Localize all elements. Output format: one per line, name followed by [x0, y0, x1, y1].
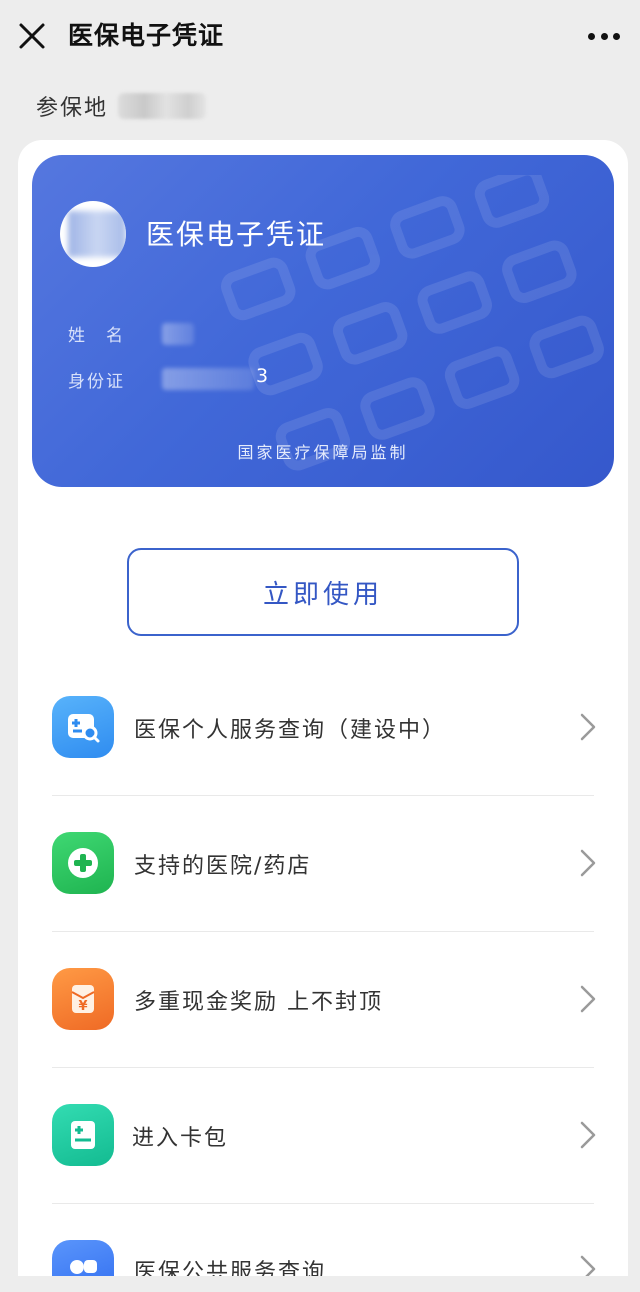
close-icon[interactable]	[14, 18, 50, 54]
menu-item-label: 医保个人服务查询（建设中）	[134, 718, 447, 743]
chevron-right-icon	[580, 849, 596, 877]
menu-item-label: 进入卡包	[132, 1126, 229, 1151]
chevron-right-icon	[580, 1255, 596, 1276]
avatar	[60, 201, 126, 267]
cash-reward-icon: ¥	[52, 968, 114, 1030]
name-label: 姓 名	[68, 326, 125, 346]
more-icon[interactable]	[584, 20, 624, 52]
insured-location-row: 参保地	[36, 86, 207, 126]
menu-item-cash-reward[interactable]: ¥ 多重现金奖励 上不封顶	[52, 968, 598, 1104]
chevron-right-icon	[580, 1121, 596, 1149]
credential-card[interactable]: 医保电子凭证 姓 名 身份证 3 国家医疗保障局监制	[32, 155, 614, 487]
divider	[52, 931, 594, 932]
chevron-right-icon	[580, 985, 596, 1013]
insured-location-label: 参保地	[36, 96, 109, 121]
menu-item-label: 多重现金奖励 上不封顶	[134, 990, 383, 1015]
menu-item-supported-hospitals[interactable]: 支持的医院/药店	[52, 832, 598, 968]
top-navbar: 医保电子凭证	[0, 0, 640, 74]
use-now-button[interactable]: 立即使用	[127, 548, 519, 636]
id-value-tail: 3	[256, 365, 269, 387]
menu-item-public-service-query[interactable]: 医保公共服务查询	[52, 1240, 598, 1276]
menu-item-card-wallet[interactable]: 进入卡包	[52, 1104, 598, 1240]
menu-item-personal-service-query[interactable]: 医保个人服务查询（建设中）	[52, 696, 598, 832]
id-label: 身份证	[68, 372, 125, 392]
id-value-redacted	[162, 368, 254, 390]
name-value-redacted	[162, 323, 194, 345]
hospital-cross-icon	[52, 832, 114, 894]
medical-search-icon	[52, 696, 114, 758]
chevron-right-icon	[580, 713, 596, 741]
page-title: 医保电子凭证	[68, 21, 225, 50]
card-wallet-icon	[52, 1104, 114, 1166]
insured-location-value-redacted	[118, 93, 207, 119]
menu-item-label: 医保公共服务查询	[134, 1260, 327, 1276]
bottom-strip	[0, 1276, 640, 1292]
card-issuer: 国家医疗保障局监制	[237, 443, 409, 462]
divider	[52, 795, 594, 796]
divider	[52, 1067, 594, 1068]
card-title: 医保电子凭证	[146, 218, 327, 251]
svg-text:¥: ¥	[78, 999, 87, 1014]
divider	[52, 1203, 594, 1204]
public-service-icon	[52, 1240, 114, 1276]
menu-item-label: 支持的医院/药店	[134, 854, 312, 879]
